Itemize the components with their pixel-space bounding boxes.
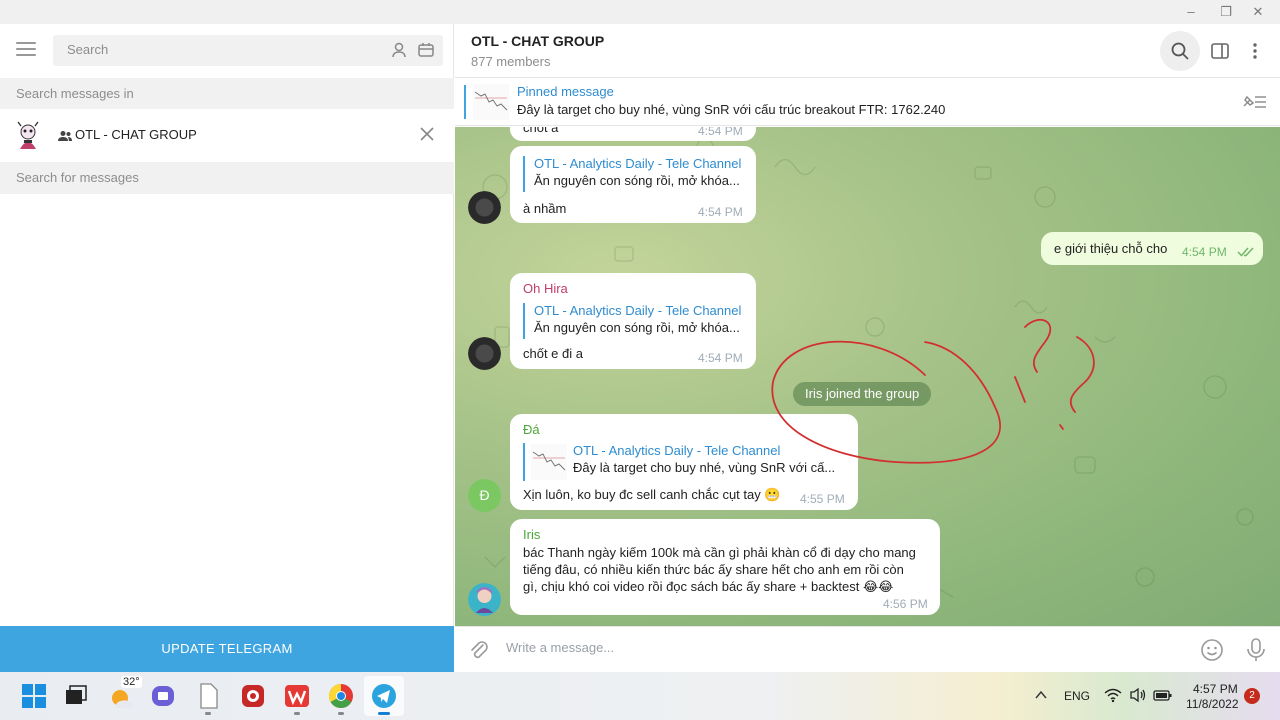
running-indicator [294,712,300,715]
chat-title[interactable]: OTL - CHAT GROUP [471,33,604,49]
search-button[interactable] [1160,31,1200,71]
pinned-text: Đây là target cho buy nhé, vùng SnR với … [517,102,946,117]
sidebar: Search messages in OTL - CHAT GROUP Sear… [0,24,454,672]
wps-office-icon[interactable] [281,680,313,712]
taskbar: 32° ENG 4:57 PM 11/8/2022 [0,672,1280,720]
battery-icon[interactable] [1153,687,1173,703]
app-red-icon[interactable] [237,680,269,712]
more-options-button[interactable] [1235,31,1275,71]
chart-thumbnail-icon [473,84,509,120]
compose-bar [455,626,1280,672]
weather-widget[interactable]: 32° [106,676,142,712]
sidebar-top [0,24,454,78]
restore-button[interactable]: ❐ [1211,2,1241,22]
clock-date[interactable]: 11/8/2022 [1186,697,1239,711]
chat-filter-name: OTL - CHAT GROUP [75,127,197,142]
window-titlebar: – ❐ ✕ [0,0,1280,24]
chat-filter[interactable]: OTL - CHAT GROUP [0,109,454,162]
close-window-button[interactable]: ✕ [1243,2,1273,22]
chat-area[interactable]: chốt a 4:54 PM OTL - Analytics Daily - T… [455,127,1280,626]
calendar-icon[interactable] [417,41,435,59]
attach-icon[interactable] [468,639,490,661]
running-indicator [205,712,211,715]
group-icon [58,131,72,141]
user-filter-icon[interactable] [390,41,408,59]
running-indicator [338,712,344,715]
microphone-icon[interactable] [1245,637,1267,663]
search-box [53,35,443,66]
weather-temp: 32° [121,676,142,688]
search-icon [1171,42,1189,60]
notification-badge[interactable]: 2 [1244,688,1260,704]
language-indicator[interactable]: ENG [1064,689,1090,703]
more-vertical-icon [1253,43,1257,59]
search-input[interactable] [67,42,367,57]
close-icon[interactable] [418,125,436,143]
search-in-label: Search messages in [0,78,454,109]
clock-time[interactable]: 4:57 PM [1193,682,1238,696]
menu-icon[interactable] [16,42,36,58]
pinned-label: Pinned message [517,84,614,99]
sidebar-toggle-button[interactable] [1200,31,1240,71]
panel-icon [1211,43,1229,59]
active-indicator [378,712,390,715]
red-annotation-scribble [771,318,1095,464]
pinned-message[interactable]: Pinned message Đây là target cho buy nhé… [455,78,1280,126]
wifi-icon[interactable] [1104,687,1122,703]
teams-chat-icon[interactable] [148,680,180,712]
chrome-icon[interactable] [325,680,357,712]
update-telegram-button[interactable]: UPDATE TELEGRAM [0,626,454,672]
group-avatar-icon [17,121,39,149]
pinned-bar [464,85,466,119]
file-icon[interactable] [192,680,224,712]
minimize-button[interactable]: – [1176,2,1206,22]
telegram-taskbar-item[interactable] [364,676,404,716]
windows-start-icon[interactable] [18,680,50,712]
task-view-icon[interactable] [60,680,92,712]
emoji-icon[interactable] [1200,638,1224,662]
member-count: 877 members [471,54,551,69]
volume-icon[interactable] [1129,687,1147,703]
message-input[interactable] [506,640,1106,655]
chevron-up-icon[interactable] [1034,688,1048,702]
search-for-messages[interactable]: Search for messages [0,162,454,194]
pin-list-icon[interactable] [1240,92,1268,112]
telegram-icon [372,684,396,708]
chat-header: OTL - CHAT GROUP 877 members [455,24,1280,78]
